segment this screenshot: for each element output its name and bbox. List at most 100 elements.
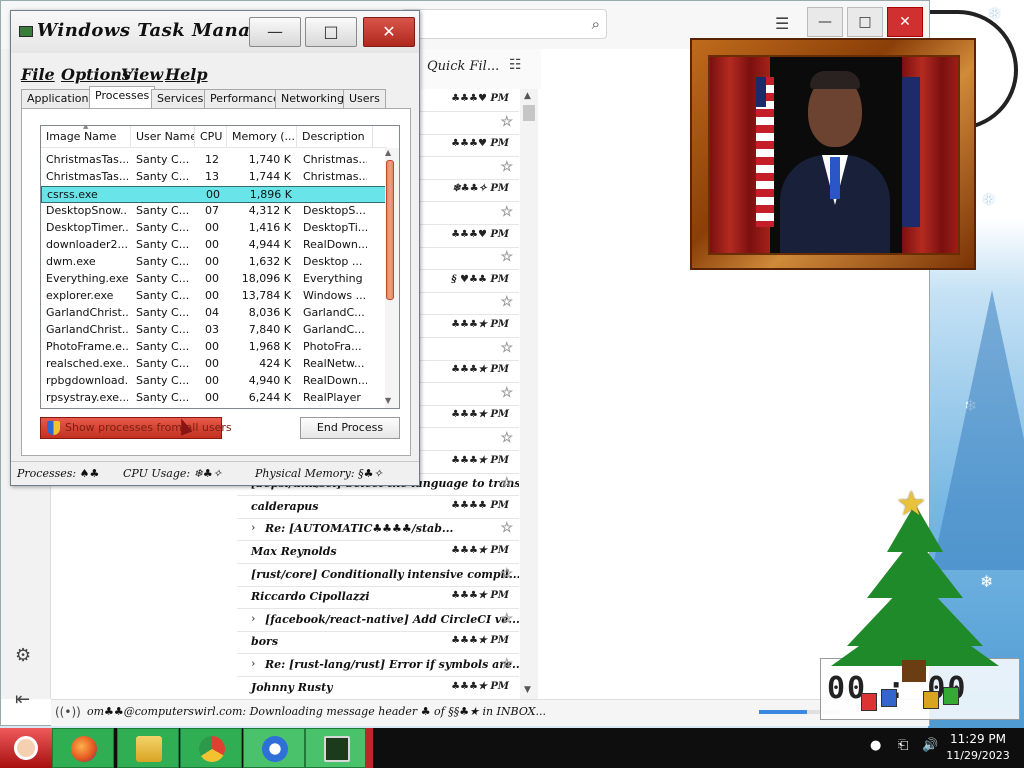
message-date: ♣♣♣★ PM [451, 409, 509, 421]
mail-search-input[interactable]: ⌕ [401, 9, 607, 39]
star-icon[interactable]: ☆ [500, 114, 513, 130]
process-row[interactable]: ChristmasTas... Santy C... 12 1,740 K Christ… [41, 152, 387, 169]
star-icon[interactable]: ☆ [500, 340, 513, 356]
taskbar-app-chrome[interactable] [180, 728, 242, 768]
column-cpu[interactable]: CPU [195, 126, 227, 148]
process-row[interactable]: downloader2.... Santy C... 00 4,944 K RealDo… [41, 237, 387, 254]
message-row[interactable]: Johnny Rusty ♣♣♣★ PM [237, 677, 519, 700]
menu-view[interactable]: View [121, 65, 163, 84]
process-row[interactable]: DesktopSnow... Santy C... 07 4,312 K Desktop… [41, 203, 387, 220]
mail-close-button[interactable]: ✕ [887, 7, 923, 37]
message-row[interactable]: Max Reynolds ♣♣♣★ PM [237, 541, 519, 564]
minimize-button[interactable]: — [249, 17, 301, 47]
star-icon[interactable]: ☆ [500, 430, 513, 446]
star-icon[interactable]: ☆ [500, 249, 513, 265]
christmas-tree-widget[interactable]: ★ [830, 484, 1000, 714]
cell-cpu: 00 [205, 238, 219, 251]
flag-canton [756, 77, 766, 107]
thread-expand-icon[interactable]: › [251, 612, 255, 625]
message-row[interactable]: bors ♣♣♣★ PM [237, 631, 519, 655]
thread-expand-icon[interactable]: › [251, 657, 255, 670]
quick-filter-button[interactable]: Quick Fil... [427, 59, 499, 74]
tab-services[interactable]: Services [151, 89, 210, 108]
activity-icon[interactable]: ((•)) [55, 705, 81, 719]
notification-dot-icon[interactable]: ● [870, 738, 881, 753]
star-icon[interactable]: ☆ [500, 294, 513, 310]
network-icon[interactable]: ⎗ [898, 738, 908, 753]
process-list[interactable]: ▲ Image Name User Name CPU Memory (... D… [40, 125, 400, 409]
column-image-name[interactable]: Image Name [41, 126, 131, 148]
star-icon[interactable]: ☆ [500, 611, 513, 627]
maximize-button[interactable]: □ [305, 17, 357, 47]
process-row[interactable]: ChristmasTas... Santy C... 13 1,744 K Christ… [41, 169, 387, 186]
thread-expand-icon[interactable]: › [251, 521, 255, 534]
process-row[interactable]: GarlandChrist... Santy C... 03 7,840 K Garla… [41, 322, 387, 339]
tab-performance[interactable]: Performance [204, 89, 286, 108]
tab-processes[interactable]: Processes [89, 86, 156, 109]
mail-minimize-button[interactable]: — [807, 7, 843, 37]
process-row[interactable]: csrss.exe 00 1,896 K [41, 186, 387, 203]
taskbar-app-thunderbird[interactable] [243, 728, 305, 768]
end-process-button[interactable]: End Process [300, 417, 400, 439]
process-row[interactable]: PhotoFrame.e... Santy C... 00 1,968 K PhotoF… [41, 339, 387, 356]
star-icon[interactable]: ☆ [500, 566, 513, 582]
message-row[interactable]: › Re: [AUTOMATIC♣♣♣♣/stab... ☆ [237, 518, 519, 542]
hamburger-icon[interactable]: ☰ [775, 14, 789, 33]
volume-icon[interactable]: 🔊 [922, 738, 938, 753]
gear-icon[interactable]: ⚙ [15, 645, 31, 666]
message-list-scrollbar[interactable]: ▲ ▼ [520, 89, 538, 699]
process-row[interactable]: GarlandChrist... Santy C... 04 8,036 K Garla… [41, 305, 387, 322]
scrollbar-thumb[interactable] [523, 105, 535, 121]
close-button[interactable]: ✕ [363, 17, 415, 47]
process-row[interactable]: rpsystray.exe... Santy C... 00 6,244 K RealP… [41, 390, 387, 407]
show-all-processes-button[interactable]: Show processes from all users [40, 417, 232, 439]
tab-networking[interactable]: Networking [275, 89, 350, 108]
search-icon[interactable]: ⌕ [592, 15, 600, 33]
mail-maximize-button[interactable]: □ [847, 7, 883, 37]
process-row[interactable]: rpbgdownload... Santy C... 00 4,940 K RealDo… [41, 373, 387, 390]
scroll-down-arrow-icon[interactable]: ▼ [385, 396, 391, 405]
column-description[interactable]: Description [297, 126, 373, 148]
column-user-name[interactable]: User Name [131, 126, 195, 148]
taskbar-app-messenger-firefox[interactable] [52, 728, 114, 768]
cell-image-name: ChristmasTas... [46, 153, 128, 166]
star-icon[interactable]: ☆ [500, 159, 513, 175]
star-icon[interactable]: ☆ [500, 656, 513, 672]
process-row[interactable]: Everything.exe Santy C... 00 18,096 K Everyt… [41, 271, 387, 288]
message-row[interactable]: calderapus ♣♣♣♣ PM [237, 496, 519, 519]
photo-frame-widget[interactable] [690, 38, 976, 270]
cell-image-name: ChristmasTas... [46, 170, 128, 183]
message-row[interactable]: › Re: [rust-lang/rust] Error if symbols a… [237, 654, 519, 677]
process-row[interactable]: realsched.exe... Santy C... 00 424 K RealNet… [41, 356, 387, 373]
start-button[interactable] [0, 728, 52, 768]
star-icon[interactable]: ☆ [500, 520, 513, 536]
clock-time[interactable]: 11:29 PM [946, 732, 1010, 746]
message-row[interactable]: › [facebook/react-native] Add CircleCI ve… [237, 609, 519, 632]
menu-help[interactable]: Help [165, 65, 208, 84]
process-row[interactable]: explorer.exe Santy C... 00 13,784 K Windows … [41, 288, 387, 305]
star-icon[interactable]: ☆ [500, 204, 513, 220]
collapse-icon[interactable]: ⇤ [15, 689, 30, 710]
taskbar-app-explorer[interactable] [117, 728, 179, 768]
process-list-scrollbar[interactable]: ▲ ▼ [385, 148, 399, 408]
star-icon[interactable]: ☆ [500, 385, 513, 401]
scroll-up-arrow-icon[interactable]: ▲ [385, 148, 391, 157]
clock-date[interactable]: 11/29/2023 [946, 749, 1010, 762]
scrollbar-thumb[interactable] [386, 160, 394, 300]
column-memory[interactable]: Memory (... [227, 126, 297, 148]
tab-users[interactable]: Users [343, 89, 386, 108]
message-row[interactable]: Riccardo Cipollazzi ♣♣♣★ PM [237, 586, 519, 610]
scroll-up-arrow-icon[interactable]: ▲ [524, 91, 531, 101]
star-icon[interactable]: ☆ [500, 475, 513, 491]
process-row[interactable]: dwm.exe Santy C... 00 1,632 K Desktop ... [41, 254, 387, 271]
taskbar-separator [365, 728, 373, 768]
message-row[interactable]: [rust/core] Conditionally intensive comp… [237, 564, 519, 587]
cell-cpu: 00 [205, 221, 219, 234]
taskbar-app-task-manager[interactable] [305, 728, 367, 768]
menu-file[interactable]: File [21, 65, 55, 84]
scroll-down-arrow-icon[interactable]: ▼ [524, 685, 531, 695]
process-row[interactable]: DesktopTimer... Santy C... 00 1,416 K Deskto… [41, 220, 387, 237]
task-manager-titlebar[interactable]: Windows Task Manager — □ ✕ [11, 11, 419, 53]
filter-options-icon[interactable]: ☷ [509, 57, 522, 73]
task-manager-window[interactable]: Windows Task Manager — □ ✕ File Options … [10, 10, 420, 486]
